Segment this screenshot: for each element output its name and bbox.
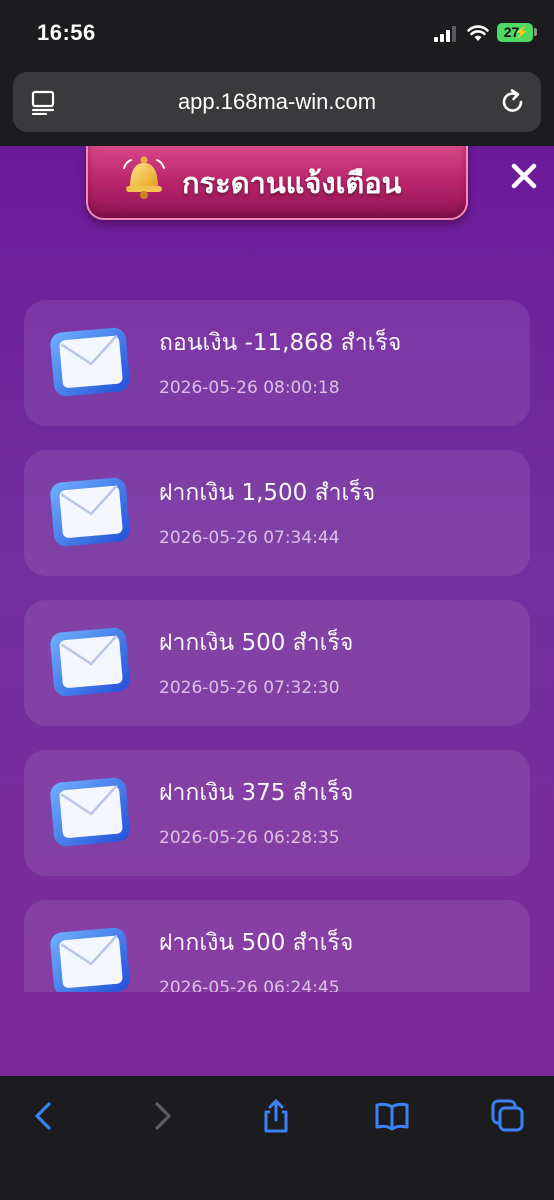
mail-icon (50, 627, 130, 697)
reload-icon[interactable] (499, 88, 527, 116)
status-time: 16:56 (37, 20, 96, 45)
share-icon[interactable] (258, 1098, 294, 1134)
notification-title: ฝากเงิน 500 สำเร็จ (159, 630, 354, 656)
notification-item[interactable]: ฝากเงิน 1,500 สำเร็จ 2026-05-26 07:34:44 (24, 450, 530, 576)
notification-time: 2026-05-26 07:32:30 (159, 678, 340, 698)
battery-cap (534, 28, 537, 36)
notification-time: 2026-05-26 06:24:45 (159, 978, 340, 992)
address-bar[interactable]: app.168ma-win.com (13, 72, 541, 132)
notification-item[interactable]: ฝากเงิน 500 สำเร็จ 2026-05-26 07:32:30 (24, 600, 530, 726)
battery-indicator: 27 ⚡ (497, 23, 533, 42)
charging-bolt-icon: ⚡ (514, 25, 529, 39)
forward-icon[interactable] (144, 1098, 180, 1134)
wifi-icon (467, 25, 489, 41)
notification-time: 2026-05-26 06:28:35 (159, 828, 340, 848)
bookmarks-icon[interactable] (374, 1098, 410, 1134)
browser-address-area: app.168ma-win.com (0, 72, 554, 146)
mail-icon (50, 927, 130, 992)
notification-list[interactable]: ถอนเงิน -11,868 สำเร็จ 2026-05-26 08:00:… (0, 146, 554, 992)
back-icon[interactable] (26, 1098, 62, 1134)
notification-board: ถอนเงิน -11,868 สำเร็จ 2026-05-26 08:00:… (0, 146, 554, 1076)
notification-item[interactable]: ถอนเงิน -11,868 สำเร็จ 2026-05-26 08:00:… (24, 300, 530, 426)
mail-icon (50, 327, 130, 397)
notification-item[interactable]: ฝากเงิน 500 สำเร็จ 2026-05-26 06:24:45 (24, 900, 530, 992)
mail-icon (50, 777, 130, 847)
board-title: กระดานแจ้งเตือน (182, 166, 402, 200)
browser-toolbar (0, 1076, 554, 1200)
status-bar: 16:56 27 ⚡ (0, 0, 554, 72)
mail-icon (50, 477, 130, 547)
url-text[interactable]: app.168ma-win.com (13, 89, 541, 115)
bell-icon (123, 156, 165, 199)
board-title-banner: กระดานแจ้งเตือน (86, 146, 468, 220)
notification-item[interactable]: ฝากเงิน 375 สำเร็จ 2026-05-26 06:28:35 (24, 750, 530, 876)
notification-title: ฝากเงิน 375 สำเร็จ (159, 780, 354, 806)
notification-title: ฝากเงิน 500 สำเร็จ (159, 930, 354, 956)
notification-title: ฝากเงิน 1,500 สำเร็จ (159, 480, 376, 506)
notification-time: 2026-05-26 08:00:18 (159, 378, 340, 398)
notification-time: 2026-05-26 07:34:44 (159, 528, 340, 548)
close-icon[interactable] (508, 160, 540, 192)
cellular-signal-icon (434, 26, 456, 42)
notification-title: ถอนเงิน -11,868 สำเร็จ (159, 330, 402, 356)
tabs-icon[interactable] (490, 1098, 526, 1134)
